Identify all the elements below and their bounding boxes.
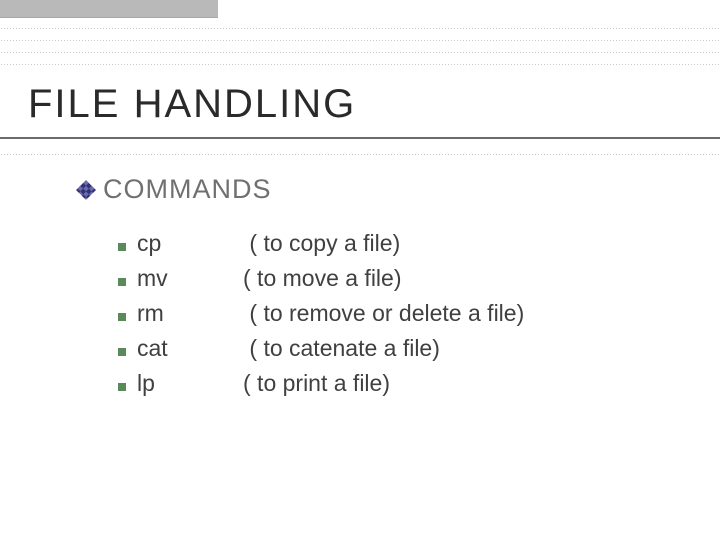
dotted-rule xyxy=(0,28,720,29)
title-underline xyxy=(0,137,720,139)
list-item: lp ( to print a file) xyxy=(118,370,524,397)
command-description: ( to print a file) xyxy=(243,370,390,397)
dotted-rule xyxy=(0,40,720,41)
square-bullet-icon xyxy=(118,348,126,356)
command-name: cat xyxy=(137,335,243,362)
command-description: ( to remove or delete a file) xyxy=(243,300,524,327)
command-name: mv xyxy=(137,265,243,292)
command-name: cp xyxy=(137,230,243,257)
section-heading: COMMANDS xyxy=(79,174,272,205)
dotted-rule xyxy=(0,52,720,53)
dotted-rule xyxy=(0,64,720,65)
diamond-bullet-icon xyxy=(76,180,96,200)
command-description: ( to catenate a file) xyxy=(243,335,440,362)
square-bullet-icon xyxy=(118,383,126,391)
command-list: cp ( to copy a file) mv ( to move a file… xyxy=(118,230,524,405)
command-name: lp xyxy=(137,370,243,397)
square-bullet-icon xyxy=(118,278,126,286)
square-bullet-icon xyxy=(118,313,126,321)
slide-title: FILE HANDLING xyxy=(28,82,356,127)
command-description: ( to move a file) xyxy=(243,265,402,292)
square-bullet-icon xyxy=(118,243,126,251)
list-item: cat ( to catenate a file) xyxy=(118,335,524,362)
top-accent-bar xyxy=(0,0,218,18)
command-name: rm xyxy=(137,300,243,327)
list-item: cp ( to copy a file) xyxy=(118,230,524,257)
dotted-rule xyxy=(0,154,720,155)
section-heading-text: COMMANDS xyxy=(103,174,272,205)
list-item: mv ( to move a file) xyxy=(118,265,524,292)
command-description: ( to copy a file) xyxy=(243,230,400,257)
list-item: rm ( to remove or delete a file) xyxy=(118,300,524,327)
